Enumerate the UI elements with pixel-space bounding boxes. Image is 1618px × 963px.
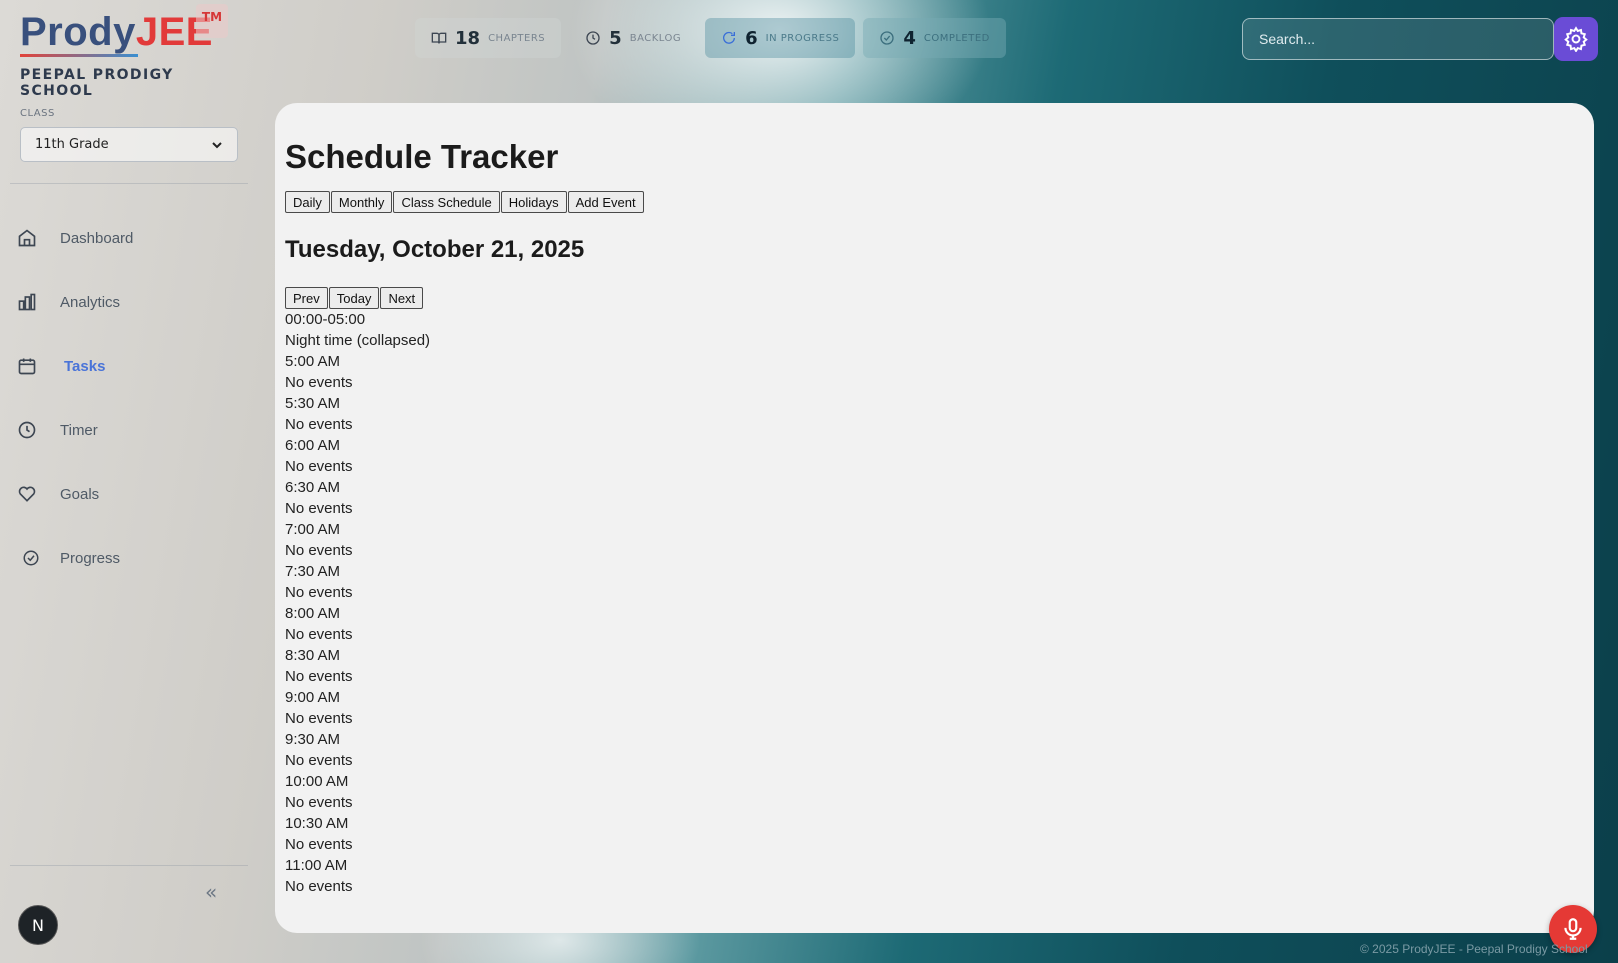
- slot-status: No events: [285, 794, 353, 811]
- sidebar-divider: [10, 183, 248, 184]
- view-tabs: Daily Monthly Class Schedule Holidays Ad…: [285, 191, 1585, 213]
- stat-value: 6: [745, 27, 758, 49]
- class-label: CLASS: [20, 108, 55, 119]
- sidebar-item-progress[interactable]: Progress: [16, 543, 120, 573]
- slot-status: No events: [285, 668, 353, 685]
- bar-chart-icon: [16, 291, 38, 313]
- avatar[interactable]: N: [18, 905, 58, 945]
- slot-status: No events: [285, 542, 353, 559]
- slot-status: No events: [285, 416, 353, 433]
- stat-label: CHAPTERS: [488, 32, 546, 44]
- stats-bar: 18 CHAPTERS 5 BACKLOG 6 IN PROGRESS 4 CO…: [415, 18, 1014, 58]
- calendar-icon: [16, 355, 38, 377]
- slot-status: No events: [285, 710, 353, 727]
- night-range: 00:00-05:00: [285, 311, 366, 328]
- sidebar-item-label: Progress: [60, 549, 121, 567]
- check-circle-icon: [880, 31, 894, 45]
- brand-logo[interactable]: ProdyJEE: [20, 8, 213, 57]
- next-button[interactable]: Next: [380, 287, 424, 309]
- home-icon: [16, 227, 38, 249]
- trademark-badge: TM: [196, 4, 228, 38]
- slot-status: No events: [285, 374, 353, 391]
- slot-time: 5:30 AM: [285, 395, 341, 412]
- sidebar-item-analytics[interactable]: Analytics: [16, 287, 120, 317]
- refresh-icon: [723, 31, 736, 44]
- stat-completed[interactable]: 4 COMPLETED: [863, 18, 1006, 58]
- stat-label: BACKLOG: [629, 32, 682, 44]
- brand-part-prody: Prody: [20, 10, 136, 54]
- brand-title: ProdyJEE: [20, 8, 213, 56]
- slot-status: No events: [285, 626, 353, 643]
- today-button[interactable]: Today: [328, 287, 380, 309]
- slot-status: No events: [285, 836, 353, 853]
- stat-value: 4: [903, 27, 916, 49]
- main-card: Schedule Tracker Daily Monthly Class Sch…: [275, 103, 1594, 933]
- time-slot-list: 00:00-05:00 Night time (collapsed) 5:00 …: [285, 309, 1585, 897]
- sidebar-item-tasks[interactable]: Tasks: [16, 351, 105, 381]
- slot-time: 11:00 AM: [285, 857, 348, 874]
- stat-value: 5: [609, 27, 622, 49]
- page-title: Schedule Tracker: [285, 138, 559, 175]
- slot-time: 6:00 AM: [285, 437, 341, 454]
- microphone-icon: [1564, 918, 1582, 940]
- settings-button[interactable]: [1554, 17, 1598, 61]
- class-select[interactable]: 11th Grade: [20, 127, 238, 162]
- sidebar-item-label: Tasks: [64, 357, 106, 375]
- tab-holidays[interactable]: Holidays: [500, 191, 567, 213]
- slot-time: 7:30 AM: [285, 563, 341, 580]
- gear-icon: [1564, 26, 1588, 52]
- stat-label: IN PROGRESS: [765, 32, 840, 44]
- tab-class-schedule[interactable]: Class Schedule: [393, 191, 500, 213]
- stat-backlog[interactable]: 5 BACKLOG: [569, 18, 697, 58]
- slot-time: 9:00 AM: [285, 689, 341, 706]
- slot-time: 10:30 AM: [285, 815, 349, 832]
- tab-monthly[interactable]: Monthly: [330, 191, 393, 213]
- collapse-sidebar-icon[interactable]: «: [205, 880, 217, 904]
- sidebar-item-label: Analytics: [60, 293, 121, 311]
- sidebar-item-goals[interactable]: Goals: [16, 479, 99, 509]
- stat-value: 18: [455, 27, 481, 49]
- stat-chapters[interactable]: 18 CHAPTERS: [415, 18, 562, 58]
- book-icon: [431, 32, 447, 44]
- slot-status: No events: [285, 878, 353, 895]
- slot-time: 7:00 AM: [285, 521, 341, 538]
- stat-label: COMPLETED: [923, 32, 990, 44]
- slot-status: No events: [285, 752, 353, 769]
- night-collapsed-toggle[interactable]: Night time (collapsed): [285, 330, 1585, 351]
- clock-icon: [16, 419, 38, 441]
- stat-in-progress[interactable]: 6 IN PROGRESS: [705, 18, 856, 58]
- slot-time: 10:00 AM: [285, 773, 349, 790]
- sidebar-item-label: Timer: [60, 421, 98, 439]
- sidebar-item-timer[interactable]: Timer: [16, 415, 98, 445]
- slot-time: 8:00 AM: [285, 605, 341, 622]
- slot-status: No events: [285, 584, 353, 601]
- heart-icon: [16, 483, 38, 505]
- slot-time: 9:30 AM: [285, 731, 341, 748]
- date-navigation: Prev Today Next: [285, 287, 1585, 309]
- tab-daily[interactable]: Daily: [285, 191, 330, 213]
- prev-button[interactable]: Prev: [285, 287, 328, 309]
- sidebar-item-label: Goals: [60, 485, 100, 503]
- slot-status: No events: [285, 500, 353, 517]
- sidebar: ProdyJEE TM PEEPAL PRODIGY SCHOOL CLASS …: [0, 0, 250, 963]
- class-select-value: 11th Grade: [35, 137, 109, 152]
- slot-status: No events: [285, 458, 353, 475]
- sidebar-item-dashboard[interactable]: Dashboard: [16, 223, 133, 253]
- sidebar-bottom-divider: [10, 865, 248, 866]
- clock-icon: [586, 31, 600, 45]
- check-circle-icon: [20, 547, 42, 569]
- add-event-button[interactable]: Add Event: [567, 191, 644, 213]
- school-name: PEEPAL PRODIGY SCHOOL: [20, 67, 174, 99]
- sidebar-item-label: Dashboard: [60, 229, 134, 247]
- current-date-heading: Tuesday, October 21, 2025: [285, 236, 585, 263]
- chevron-down-icon: [212, 141, 222, 148]
- slot-time: 8:30 AM: [285, 647, 341, 664]
- footer-copyright: © 2025 ProdyJEE - Peepal Prodigy School: [1360, 942, 1588, 956]
- schedule-panel: Schedule Tracker Daily Monthly Class Sch…: [285, 133, 1585, 903]
- slot-time: 6:30 AM: [285, 479, 341, 496]
- slot-time: 5:00 AM: [285, 353, 341, 370]
- search-input[interactable]: [1242, 18, 1554, 60]
